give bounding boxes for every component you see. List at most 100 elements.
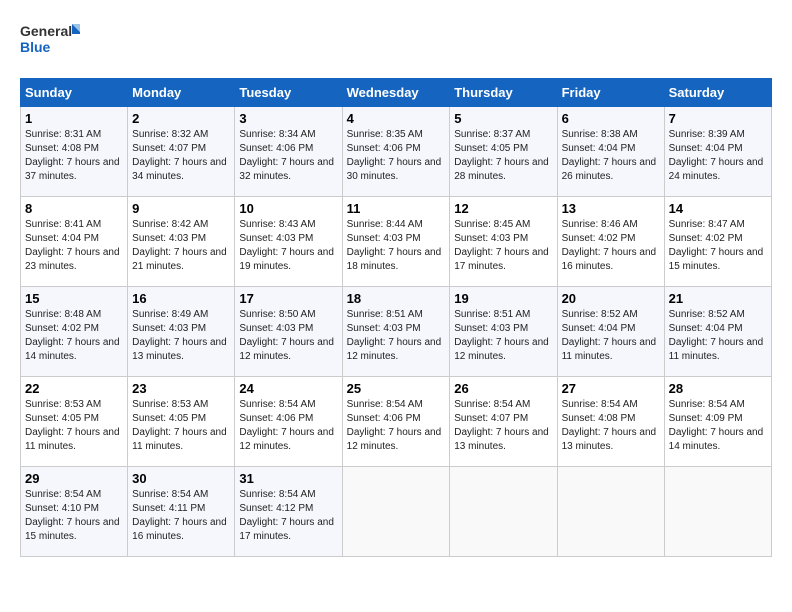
day-number: 15	[25, 291, 123, 306]
calendar-week-row: 8 Sunrise: 8:41 AMSunset: 4:04 PMDayligh…	[21, 197, 772, 287]
day-details: Sunrise: 8:47 AMSunset: 4:02 PMDaylight:…	[669, 219, 764, 272]
day-number: 13	[562, 201, 660, 216]
day-of-week-header: Thursday	[450, 79, 557, 107]
day-details: Sunrise: 8:54 AMSunset: 4:12 PMDaylight:…	[239, 489, 334, 542]
calendar-week-row: 22 Sunrise: 8:53 AMSunset: 4:05 PMDaylig…	[21, 377, 772, 467]
day-details: Sunrise: 8:34 AMSunset: 4:06 PMDaylight:…	[239, 129, 334, 182]
day-details: Sunrise: 8:39 AMSunset: 4:04 PMDaylight:…	[669, 129, 764, 182]
day-details: Sunrise: 8:38 AMSunset: 4:04 PMDaylight:…	[562, 129, 657, 182]
day-number: 10	[239, 201, 337, 216]
calendar-week-row: 15 Sunrise: 8:48 AMSunset: 4:02 PMDaylig…	[21, 287, 772, 377]
day-number: 3	[239, 111, 337, 126]
calendar-day-cell: 23 Sunrise: 8:53 AMSunset: 4:05 PMDaylig…	[128, 377, 235, 467]
day-of-week-header: Saturday	[664, 79, 771, 107]
calendar-day-cell: 3 Sunrise: 8:34 AMSunset: 4:06 PMDayligh…	[235, 107, 342, 197]
day-number: 26	[454, 381, 552, 396]
day-number: 16	[132, 291, 230, 306]
calendar-day-cell: 18 Sunrise: 8:51 AMSunset: 4:03 PMDaylig…	[342, 287, 450, 377]
day-number: 24	[239, 381, 337, 396]
day-number: 18	[347, 291, 446, 306]
day-details: Sunrise: 8:48 AMSunset: 4:02 PMDaylight:…	[25, 309, 120, 362]
day-details: Sunrise: 8:53 AMSunset: 4:05 PMDaylight:…	[25, 399, 120, 452]
day-details: Sunrise: 8:43 AMSunset: 4:03 PMDaylight:…	[239, 219, 334, 272]
day-details: Sunrise: 8:42 AMSunset: 4:03 PMDaylight:…	[132, 219, 227, 272]
day-of-week-header: Tuesday	[235, 79, 342, 107]
day-number: 8	[25, 201, 123, 216]
calendar-week-row: 1 Sunrise: 8:31 AMSunset: 4:08 PMDayligh…	[21, 107, 772, 197]
day-number: 1	[25, 111, 123, 126]
day-number: 11	[347, 201, 446, 216]
calendar-day-cell: 21 Sunrise: 8:52 AMSunset: 4:04 PMDaylig…	[664, 287, 771, 377]
day-number: 28	[669, 381, 767, 396]
calendar-day-cell: 25 Sunrise: 8:54 AMSunset: 4:06 PMDaylig…	[342, 377, 450, 467]
day-details: Sunrise: 8:45 AMSunset: 4:03 PMDaylight:…	[454, 219, 549, 272]
calendar-day-cell: 6 Sunrise: 8:38 AMSunset: 4:04 PMDayligh…	[557, 107, 664, 197]
calendar-header-row: SundayMondayTuesdayWednesdayThursdayFrid…	[21, 79, 772, 107]
day-number: 14	[669, 201, 767, 216]
day-details: Sunrise: 8:54 AMSunset: 4:08 PMDaylight:…	[562, 399, 657, 452]
calendar-day-cell: 20 Sunrise: 8:52 AMSunset: 4:04 PMDaylig…	[557, 287, 664, 377]
day-number: 23	[132, 381, 230, 396]
day-details: Sunrise: 8:50 AMSunset: 4:03 PMDaylight:…	[239, 309, 334, 362]
calendar-day-cell	[342, 467, 450, 557]
day-details: Sunrise: 8:54 AMSunset: 4:06 PMDaylight:…	[239, 399, 334, 452]
day-details: Sunrise: 8:41 AMSunset: 4:04 PMDaylight:…	[25, 219, 120, 272]
day-details: Sunrise: 8:52 AMSunset: 4:04 PMDaylight:…	[669, 309, 764, 362]
day-details: Sunrise: 8:31 AMSunset: 4:08 PMDaylight:…	[25, 129, 120, 182]
day-number: 7	[669, 111, 767, 126]
calendar-day-cell	[557, 467, 664, 557]
calendar-day-cell: 2 Sunrise: 8:32 AMSunset: 4:07 PMDayligh…	[128, 107, 235, 197]
calendar-day-cell: 9 Sunrise: 8:42 AMSunset: 4:03 PMDayligh…	[128, 197, 235, 287]
day-number: 9	[132, 201, 230, 216]
day-details: Sunrise: 8:52 AMSunset: 4:04 PMDaylight:…	[562, 309, 657, 362]
day-number: 30	[132, 471, 230, 486]
logo: General Blue	[20, 20, 80, 62]
calendar-day-cell: 30 Sunrise: 8:54 AMSunset: 4:11 PMDaylig…	[128, 467, 235, 557]
calendar-day-cell: 27 Sunrise: 8:54 AMSunset: 4:08 PMDaylig…	[557, 377, 664, 467]
day-details: Sunrise: 8:51 AMSunset: 4:03 PMDaylight:…	[347, 309, 442, 362]
calendar-day-cell: 17 Sunrise: 8:50 AMSunset: 4:03 PMDaylig…	[235, 287, 342, 377]
calendar-week-row: 29 Sunrise: 8:54 AMSunset: 4:10 PMDaylig…	[21, 467, 772, 557]
calendar-day-cell: 1 Sunrise: 8:31 AMSunset: 4:08 PMDayligh…	[21, 107, 128, 197]
calendar-day-cell: 24 Sunrise: 8:54 AMSunset: 4:06 PMDaylig…	[235, 377, 342, 467]
calendar-day-cell: 29 Sunrise: 8:54 AMSunset: 4:10 PMDaylig…	[21, 467, 128, 557]
day-details: Sunrise: 8:54 AMSunset: 4:11 PMDaylight:…	[132, 489, 227, 542]
day-details: Sunrise: 8:51 AMSunset: 4:03 PMDaylight:…	[454, 309, 549, 362]
calendar-day-cell: 19 Sunrise: 8:51 AMSunset: 4:03 PMDaylig…	[450, 287, 557, 377]
calendar-day-cell: 11 Sunrise: 8:44 AMSunset: 4:03 PMDaylig…	[342, 197, 450, 287]
calendar-table: SundayMondayTuesdayWednesdayThursdayFrid…	[20, 78, 772, 557]
day-details: Sunrise: 8:54 AMSunset: 4:07 PMDaylight:…	[454, 399, 549, 452]
calendar-day-cell: 8 Sunrise: 8:41 AMSunset: 4:04 PMDayligh…	[21, 197, 128, 287]
calendar-day-cell	[664, 467, 771, 557]
calendar-day-cell: 5 Sunrise: 8:37 AMSunset: 4:05 PMDayligh…	[450, 107, 557, 197]
day-number: 25	[347, 381, 446, 396]
day-of-week-header: Monday	[128, 79, 235, 107]
day-number: 27	[562, 381, 660, 396]
day-number: 22	[25, 381, 123, 396]
day-details: Sunrise: 8:54 AMSunset: 4:06 PMDaylight:…	[347, 399, 442, 452]
logo-svg: General Blue	[20, 20, 80, 62]
calendar-day-cell: 28 Sunrise: 8:54 AMSunset: 4:09 PMDaylig…	[664, 377, 771, 467]
svg-text:Blue: Blue	[20, 39, 51, 55]
page-header: General Blue	[20, 20, 772, 62]
day-number: 17	[239, 291, 337, 306]
calendar-day-cell: 4 Sunrise: 8:35 AMSunset: 4:06 PMDayligh…	[342, 107, 450, 197]
day-details: Sunrise: 8:44 AMSunset: 4:03 PMDaylight:…	[347, 219, 442, 272]
day-details: Sunrise: 8:32 AMSunset: 4:07 PMDaylight:…	[132, 129, 227, 182]
day-number: 21	[669, 291, 767, 306]
day-number: 20	[562, 291, 660, 306]
day-number: 6	[562, 111, 660, 126]
day-of-week-header: Sunday	[21, 79, 128, 107]
calendar-day-cell	[450, 467, 557, 557]
day-details: Sunrise: 8:54 AMSunset: 4:10 PMDaylight:…	[25, 489, 120, 542]
day-details: Sunrise: 8:46 AMSunset: 4:02 PMDaylight:…	[562, 219, 657, 272]
day-details: Sunrise: 8:49 AMSunset: 4:03 PMDaylight:…	[132, 309, 227, 362]
day-number: 31	[239, 471, 337, 486]
day-details: Sunrise: 8:54 AMSunset: 4:09 PMDaylight:…	[669, 399, 764, 452]
day-number: 12	[454, 201, 552, 216]
calendar-day-cell: 12 Sunrise: 8:45 AMSunset: 4:03 PMDaylig…	[450, 197, 557, 287]
svg-text:General: General	[20, 23, 72, 39]
day-details: Sunrise: 8:35 AMSunset: 4:06 PMDaylight:…	[347, 129, 442, 182]
calendar-day-cell: 26 Sunrise: 8:54 AMSunset: 4:07 PMDaylig…	[450, 377, 557, 467]
day-number: 2	[132, 111, 230, 126]
